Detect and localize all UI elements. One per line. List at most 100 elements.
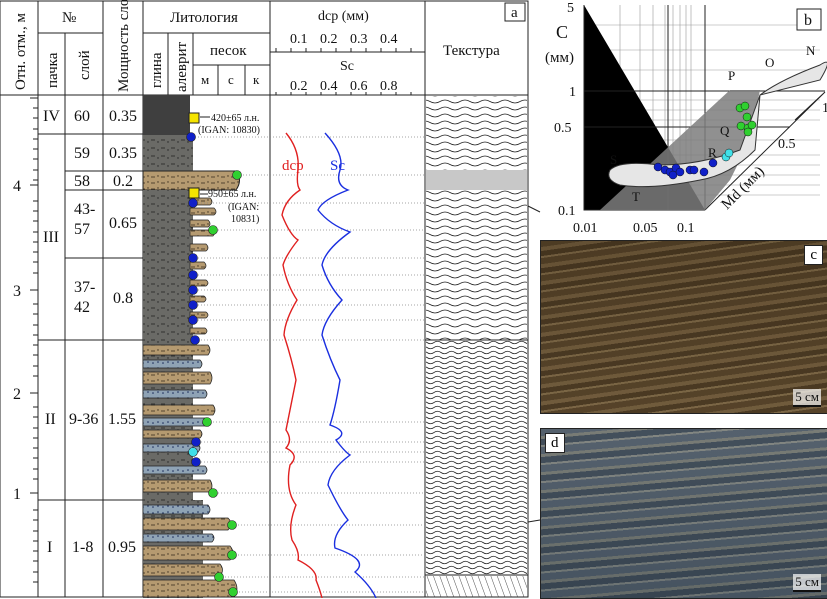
sample-point-silt: [186, 132, 196, 142]
pack-iii: III: [43, 229, 59, 246]
svg-text:420±65 л.н.: 420±65 л.н.: [211, 113, 259, 124]
field-n: N: [806, 43, 816, 58]
header-sand-fine: м: [201, 72, 209, 87]
layer-59: 59: [74, 145, 90, 162]
sample-point-silt: [188, 315, 198, 325]
radiocarbon-date-2: 950±65 л.н. (IGAN: 10831): [188, 187, 259, 225]
field-o: O: [765, 55, 774, 70]
pack-ii: II: [45, 411, 56, 428]
texture-column: [425, 96, 528, 597]
header-number: №: [62, 10, 76, 26]
header-lithology: Литология: [170, 10, 238, 26]
depth-tick-1: 1: [13, 486, 21, 503]
x-tick-0-1: 0.1: [677, 221, 695, 236]
thickness-9-36: 1.55: [108, 411, 136, 428]
panel-b-chart: C (мм) 5 1 0.5 0.1 0.01 0.05 0.1 Md (мм)…: [545, 1, 827, 236]
thickness-60: 0.35: [109, 108, 137, 125]
y-tick-0-5: 0.5: [554, 121, 572, 136]
y-axis-unit: (мм): [545, 50, 574, 66]
sample-point-silt: [191, 457, 201, 467]
svg-text:0.1: 0.1: [290, 32, 308, 47]
thickness-37-42: 0.8: [113, 290, 133, 307]
header-depth: Отн. отм., м: [13, 12, 29, 90]
dcp-label: dср: [282, 158, 304, 174]
layer-58: 58: [74, 173, 90, 190]
header-dcp-title: dср (мм): [318, 9, 369, 24]
depth-tick-2: 2: [13, 386, 21, 403]
pack-i: I: [47, 539, 52, 556]
layer-60: 60: [74, 108, 90, 125]
layer-table: IV 60 0.35 59 0.35 III 58 0.2 43-57 0.65…: [43, 108, 137, 556]
svg-text:0.2: 0.2: [320, 32, 338, 47]
panel-c-label: c: [804, 245, 823, 265]
md-tick-0-5: 0.5: [778, 137, 796, 152]
header-pack: пачка: [45, 52, 61, 88]
layer-1-8: 1-8: [72, 539, 93, 556]
md-tick-1: 1: [822, 101, 827, 116]
x-tick-0-01: 0.01: [573, 221, 598, 236]
panel-d-scale: 5 см: [793, 574, 821, 592]
header-texture: Текстура: [443, 43, 500, 59]
dcp-axis: 0.1 0.2 0.3 0.4: [275, 32, 412, 52]
sample-point-sand: [227, 550, 237, 560]
sample-point-sand: [208, 225, 218, 235]
sample-point-sand: [227, 520, 237, 530]
thickness-1-8: 0.95: [108, 539, 136, 556]
svg-text:0.6: 0.6: [350, 79, 368, 94]
radiocarbon-date-1: 420±65 л.н. (IGAN: 10830): [188, 112, 260, 136]
field-t: T: [632, 189, 640, 204]
panel-d-label: d: [545, 433, 565, 453]
y-tick-1: 1: [569, 85, 576, 100]
depth-tick-3: 3: [13, 283, 21, 300]
header-sc-title: Sc: [340, 59, 354, 74]
photo-panel-d: d 5 см: [540, 428, 827, 599]
sc-curve: [317, 132, 377, 598]
layer-43-57: 43-57: [74, 201, 95, 238]
header-clay: глина: [149, 52, 165, 88]
y-tick-0-1: 0.1: [558, 204, 576, 219]
layer-37-42: 37-42: [74, 279, 95, 316]
panel-a-label: a: [511, 5, 518, 21]
sample-point-silt: [188, 253, 198, 263]
header-silt: алеврит: [174, 41, 190, 92]
svg-text:0.8: 0.8: [380, 79, 398, 94]
photo-panel-c: c 5 см: [540, 240, 827, 414]
svg-text:10831): 10831): [231, 214, 259, 225]
panel-b-label: b: [804, 12, 812, 29]
svg-text:0.4: 0.4: [380, 32, 398, 47]
field-r: R: [708, 145, 717, 160]
sample-point-silt: [188, 285, 198, 295]
panel-c-scale: 5 см: [793, 389, 821, 407]
sample-point-silt: [188, 198, 198, 208]
sample-point-fine-sand: [188, 447, 198, 457]
sample-point-silt: [190, 335, 200, 345]
sample-point-silt: [188, 270, 198, 280]
sample-point-sand: [214, 572, 224, 582]
sample-point-sand: [232, 170, 242, 180]
y-axis-c: C: [556, 22, 568, 42]
field-q: Q: [720, 123, 730, 138]
depth-tick-4: 4: [13, 178, 21, 195]
thickness-43-57: 0.65: [109, 215, 137, 232]
sample-point-silt: [191, 437, 201, 447]
pack-iv: IV: [43, 108, 60, 125]
layer-9-36: 9-36: [69, 411, 98, 428]
sample-point-sand: [228, 587, 238, 597]
x-tick-0-05: 0.05: [633, 221, 658, 236]
header-sand-coarse: к: [253, 72, 260, 87]
svg-text:0.4: 0.4: [320, 79, 338, 94]
grain-size-curves: dср Sc: [281, 132, 377, 598]
thickness-58: 0.2: [113, 173, 133, 190]
header-layer: слой: [77, 50, 93, 80]
field-s: S: [610, 152, 617, 167]
depth-axis: 4 3 2 1: [13, 97, 38, 583]
header-thickness: Мощность слоя, м: [116, 0, 132, 92]
svg-text:(IGAN: 10830): (IGAN: 10830): [198, 125, 260, 136]
sc-axis: 0.2 0.4 0.6 0.8: [275, 79, 412, 95]
header-sand-medium: с: [228, 72, 234, 87]
sample-point-sand: [208, 488, 218, 498]
header-sand: песок: [210, 43, 247, 59]
svg-text:0.2: 0.2: [290, 79, 308, 94]
lithology-column: [142, 95, 240, 598]
sc-label: Sc: [330, 158, 345, 174]
